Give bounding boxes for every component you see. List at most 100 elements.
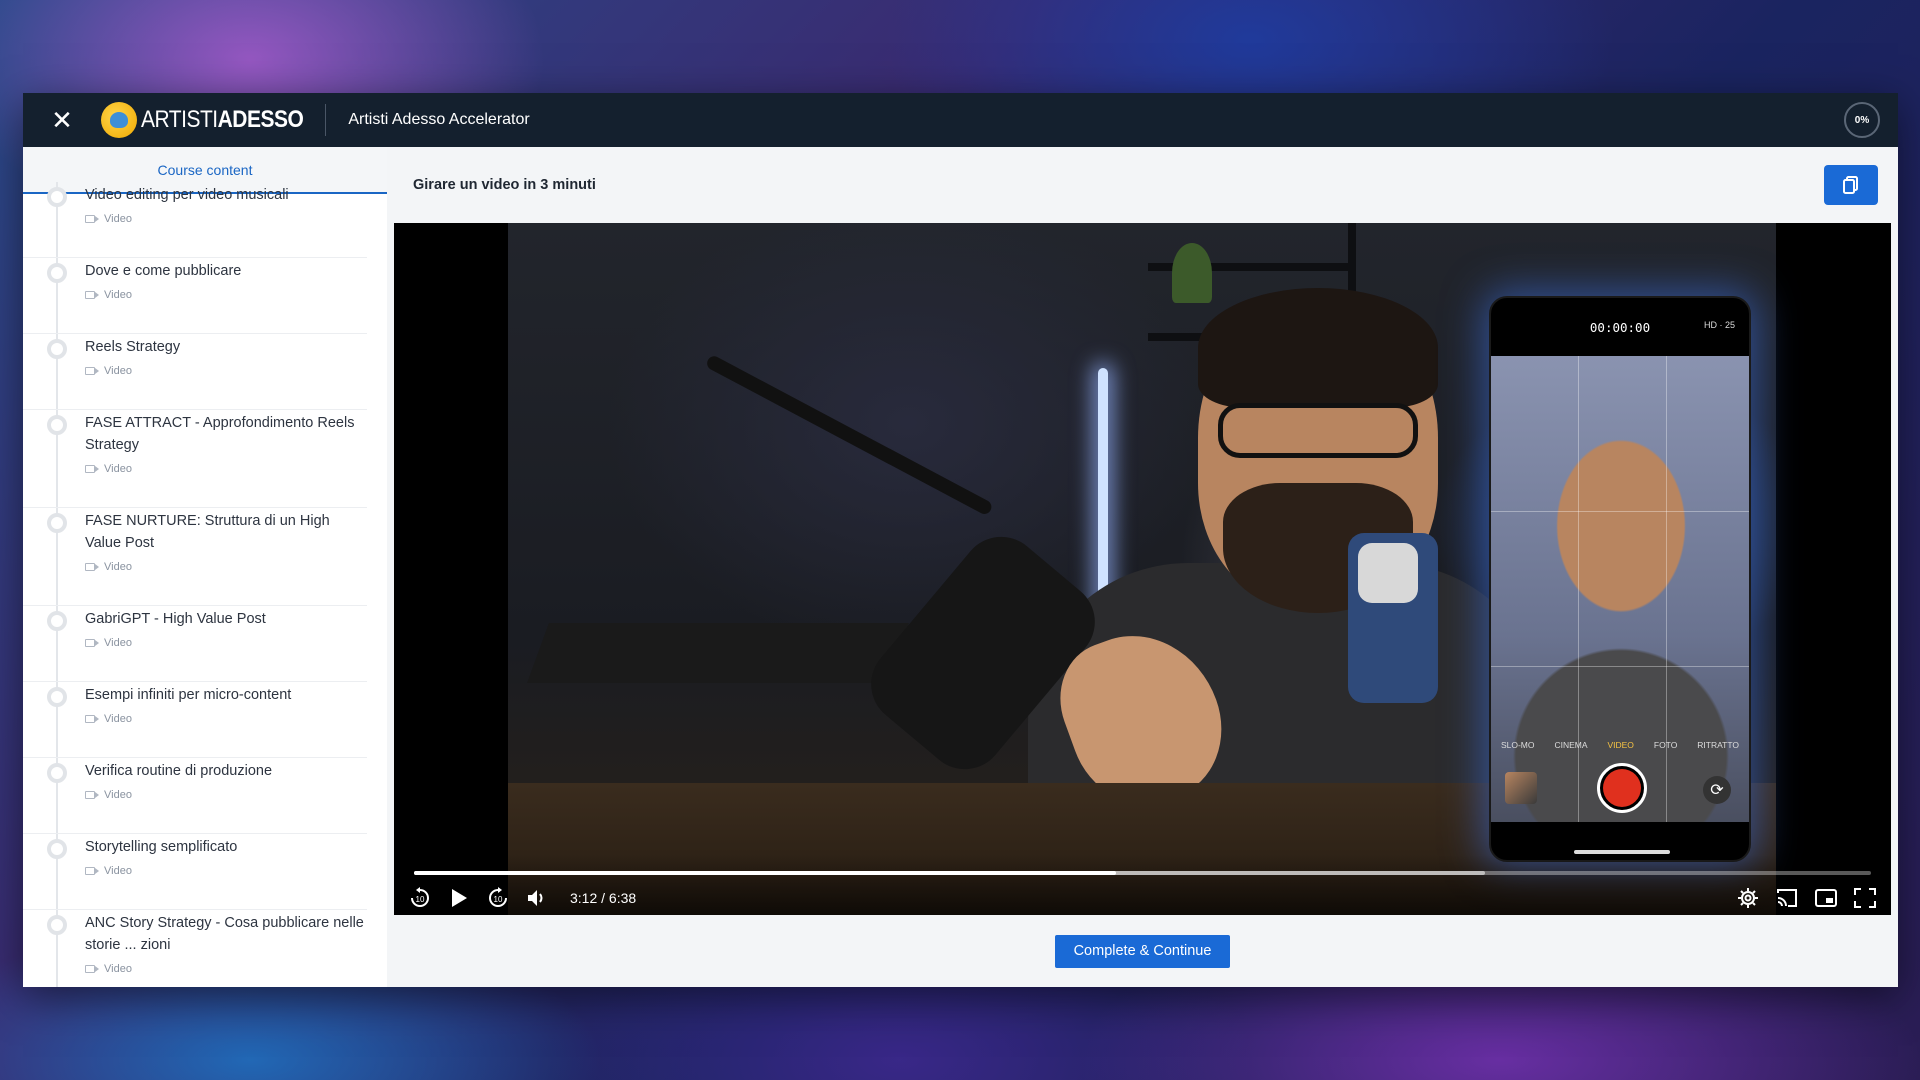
lesson-item-type: Video	[104, 289, 132, 301]
video-icon	[85, 465, 99, 473]
lesson-item[interactable]: Verifica routine di produzione Video	[23, 758, 367, 834]
grid-line	[1578, 356, 1579, 822]
settings-gear-icon[interactable]	[1734, 885, 1762, 911]
lesson-item[interactable]: GabriGPT - High Value Post Video	[23, 606, 367, 682]
video-icon	[85, 965, 99, 973]
svg-text:10: 10	[416, 895, 425, 904]
cast-icon[interactable]	[1773, 885, 1801, 911]
lesson-item-type: Video	[104, 789, 132, 801]
video-icon	[85, 563, 99, 571]
play-icon[interactable]	[445, 885, 473, 911]
picture-in-picture-icon[interactable]	[1812, 885, 1840, 911]
logo: ARTISTIADESSO	[101, 93, 304, 147]
flip-camera-icon: ⟳	[1703, 776, 1731, 804]
lesson-item-title: FASE ATTRACT - Approfondimento Reels Str…	[85, 415, 355, 453]
copy-icon	[1843, 176, 1858, 194]
lesson-item[interactable]: Storytelling semplificato Video	[23, 834, 367, 910]
record-button-icon	[1597, 763, 1647, 813]
main-content: Girare un video in 3 minuti 00:00:00 HD …	[387, 147, 1898, 987]
phone-quality: HD · 25	[1703, 320, 1735, 330]
phone-timer: 00:00:00	[1589, 319, 1651, 335]
lesson-item-meta: Video	[85, 212, 367, 226]
complete-continue-button[interactable]: Complete & Continue	[1054, 934, 1231, 968]
mic-arm	[704, 353, 994, 517]
top-bar: ✕ ARTISTIADESSO Artisti Adesso Accelerat…	[23, 93, 1898, 147]
sidebar: Course content Video editing per video m…	[23, 147, 387, 987]
lesson-item-meta: Video	[85, 560, 367, 574]
lesson-item[interactable]: Dove e come pubblicare Video	[23, 258, 367, 334]
lesson-item-title: Esempi infiniti per micro-content	[85, 687, 292, 703]
lesson-item-meta: Video	[85, 864, 367, 878]
lesson-item[interactable]: FASE ATTRACT - Approfondimento Reels Str…	[23, 410, 367, 508]
grid-line	[1491, 666, 1749, 667]
lesson-item-title: Reels Strategy	[85, 339, 181, 355]
person-glasses	[1218, 403, 1418, 458]
course-player-window: ✕ ARTISTIADESSO Artisti Adesso Accelerat…	[23, 93, 1898, 987]
lesson-header: Girare un video in 3 minuti	[387, 147, 1898, 223]
camera-mode-label: RITRATTO	[1697, 740, 1740, 750]
camera-mode-label: VIDEO	[1607, 740, 1634, 750]
progress-fill	[414, 871, 1117, 875]
lesson-status-icon	[47, 611, 67, 631]
course-progress-indicator: 0%	[1844, 102, 1880, 138]
lesson-item-meta: Video	[85, 788, 367, 802]
video-icon	[85, 639, 99, 647]
camera-mode-label: CINEMA	[1554, 740, 1588, 750]
lesson-status-icon	[47, 513, 67, 533]
video-icon	[85, 367, 99, 375]
control-row-right	[1723, 885, 1879, 911]
lesson-item-title: FASE NURTURE: Struttura di un High Value…	[85, 513, 330, 551]
phone-viewfinder	[1491, 356, 1749, 822]
lesson-item[interactable]: Esempi infiniti per micro-content Video	[23, 682, 367, 758]
lesson-item-title: Verifica routine di produzione	[85, 763, 273, 779]
course-title: Artisti Adesso Accelerator	[348, 111, 530, 128]
rewind-10-icon[interactable]: 10	[406, 885, 434, 911]
lesson-status-icon	[47, 839, 67, 859]
keyboard	[527, 623, 909, 683]
grid-line	[1491, 511, 1749, 512]
close-icon[interactable]: ✕	[45, 103, 79, 137]
camera-mode-label: FOTO	[1653, 740, 1678, 750]
lesson-item-type: Video	[104, 865, 132, 877]
lesson-item-type: Video	[104, 213, 132, 225]
lesson-item-type: Video	[104, 713, 132, 725]
forward-10-icon[interactable]: 10	[484, 885, 512, 911]
lesson-item-title: Storytelling semplificato	[85, 839, 238, 855]
video-player[interactable]: 00:00:00 HD · 25 SLO-MO CINEMA VIDEO FOTO RI…	[394, 223, 1891, 915]
lesson-item-meta: Video	[85, 962, 367, 976]
plant	[1172, 243, 1212, 303]
lesson-status-icon	[47, 187, 67, 207]
lesson-item-title: Dove e come pubblicare	[85, 263, 242, 279]
phone-status: 00:00:00 HD · 25	[1491, 298, 1749, 356]
lesson-item-meta: Video	[85, 364, 367, 378]
lesson-item-title: Video editing per video musicali	[85, 187, 289, 203]
lesson-title: Girare un video in 3 minuti	[413, 177, 596, 193]
copy-button[interactable]	[1824, 165, 1878, 205]
lesson-status-icon	[47, 339, 67, 359]
volume-icon[interactable]	[523, 885, 551, 911]
lesson-status-icon	[47, 687, 67, 707]
lesson-item[interactable]: ANC Story Strategy - Cosa pubblicare nel…	[23, 910, 367, 987]
phone-camera-module	[1358, 543, 1418, 603]
grid-line	[1666, 356, 1667, 822]
lesson-item-type: Video	[104, 963, 132, 975]
control-row: 10 10 3:12 / 6:38	[406, 885, 1879, 911]
fullscreen-icon[interactable]	[1851, 885, 1879, 911]
logo-text: ARTISTIADESSO	[141, 106, 304, 133]
lesson-status-icon	[47, 763, 67, 783]
lesson-status-icon	[47, 915, 67, 935]
gallery-thumbnail	[1505, 772, 1537, 804]
lesson-status-icon	[47, 415, 67, 435]
lesson-item[interactable]: Video editing per video musicali Video	[23, 182, 367, 258]
lesson-item[interactable]: Reels Strategy Video	[23, 334, 367, 410]
home-indicator	[1574, 850, 1670, 854]
camera-mode-label: SLO-MO	[1500, 740, 1535, 750]
lesson-item[interactable]: FASE NURTURE: Struttura di un High Value…	[23, 508, 367, 606]
lesson-item-title: ANC Story Strategy - Cosa pubblicare nel…	[85, 915, 364, 953]
lesson-item-type: Video	[104, 463, 132, 475]
lesson-item-meta: Video	[85, 636, 367, 650]
progress-bar[interactable]	[414, 871, 1871, 875]
lesson-item-type: Video	[104, 365, 132, 377]
svg-text:10: 10	[494, 895, 503, 904]
lesson-list: Video editing per video musicali Video Dov…	[23, 182, 387, 987]
